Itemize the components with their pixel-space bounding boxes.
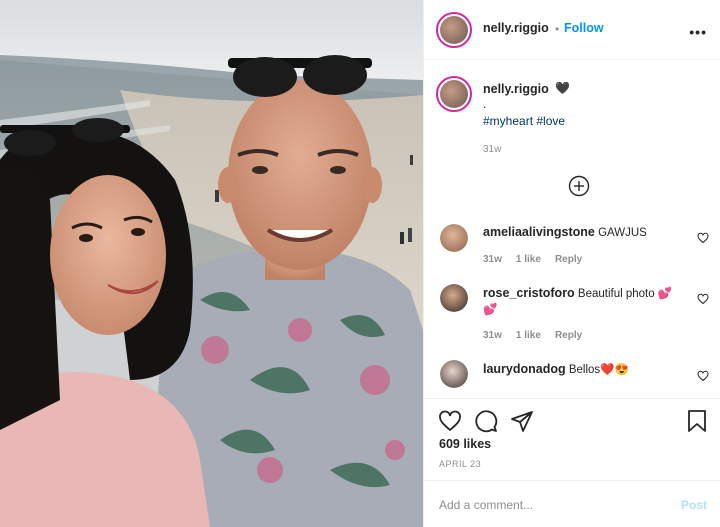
selfie-couple-beach-image: [0, 0, 423, 527]
like-comment-heart-icon[interactable]: [697, 232, 709, 244]
comment-1-username[interactable]: ameliaalivingstone: [483, 225, 595, 239]
post-comment-button[interactable]: Post: [681, 498, 707, 512]
comment-2: rose_cristoforo Beautiful photo 💕 💕: [483, 285, 693, 318]
comment-2-likes[interactable]: 1 like: [516, 330, 541, 341]
add-comment-bar: Post: [424, 480, 720, 527]
comment-input[interactable]: [439, 495, 659, 515]
comment-3-text: Bellos❤️😍: [568, 364, 629, 376]
author-avatar[interactable]: [436, 12, 472, 48]
comment-1-text: GAWJUS: [598, 227, 647, 239]
comment-1-likes[interactable]: 1 like: [516, 254, 541, 265]
caption-hashtags[interactable]: #myheart #love: [483, 114, 565, 128]
header-username[interactable]: nelly.riggio: [483, 21, 549, 35]
commenter-avatar[interactable]: [440, 224, 468, 252]
comment-1: ameliaalivingstone GAWJUS: [483, 224, 683, 241]
comment-icon[interactable]: [474, 409, 498, 433]
heart-icon[interactable]: [438, 409, 462, 433]
instagram-post-view: nelly.riggio • Follow ••• nelly.riggio 🖤…: [0, 0, 720, 527]
comment-2-time[interactable]: 31w: [483, 330, 502, 341]
comment-3: laurydonadog Bellos❤️😍: [483, 361, 693, 378]
comment-1-time[interactable]: 31w: [483, 254, 502, 265]
post-sidebar: nelly.riggio • Follow ••• nelly.riggio 🖤…: [423, 0, 720, 527]
header-separator: •: [555, 22, 560, 36]
comment-1-reply[interactable]: Reply: [555, 254, 582, 265]
post-photo[interactable]: [0, 0, 423, 527]
post-actions: 609 likes APRIL 23: [424, 398, 720, 478]
comment-2-meta: 31w 1 like Reply: [483, 330, 596, 341]
comment-2-text: Beautiful photo 💕: [577, 288, 673, 300]
caption-time[interactable]: 31w: [483, 144, 501, 155]
comment-2-text-cont: 💕: [483, 304, 498, 316]
caption-dot-line: .: [483, 97, 487, 111]
bookmark-icon[interactable]: [686, 409, 708, 433]
comment-1-meta: 31w 1 like Reply: [483, 254, 596, 265]
commenter-avatar[interactable]: [440, 284, 468, 312]
comment-2-reply[interactable]: Reply: [555, 330, 582, 341]
follow-button[interactable]: Follow: [564, 21, 604, 35]
more-horizontal-icon[interactable]: •••: [689, 24, 707, 40]
comment-2-username[interactable]: rose_cristoforo: [483, 286, 575, 300]
comments-scroll-area[interactable]: nelly.riggio 🖤 . #myheart #love 31w amel…: [424, 60, 720, 400]
post-date[interactable]: APRIL 23: [439, 459, 481, 469]
post-header: nelly.riggio • Follow •••: [424, 0, 720, 60]
comment-3-username[interactable]: laurydonadog: [483, 362, 566, 376]
caption-emoji: 🖤: [555, 81, 570, 95]
commenter-avatar[interactable]: [440, 360, 468, 388]
caption-username[interactable]: nelly.riggio: [483, 82, 549, 96]
caption-avatar[interactable]: [436, 76, 472, 112]
plus-circle-icon[interactable]: [568, 175, 590, 197]
like-comment-heart-icon[interactable]: [697, 370, 709, 382]
share-icon[interactable]: [510, 409, 534, 433]
likes-count[interactable]: 609 likes: [439, 437, 491, 451]
like-comment-heart-icon[interactable]: [697, 293, 709, 305]
